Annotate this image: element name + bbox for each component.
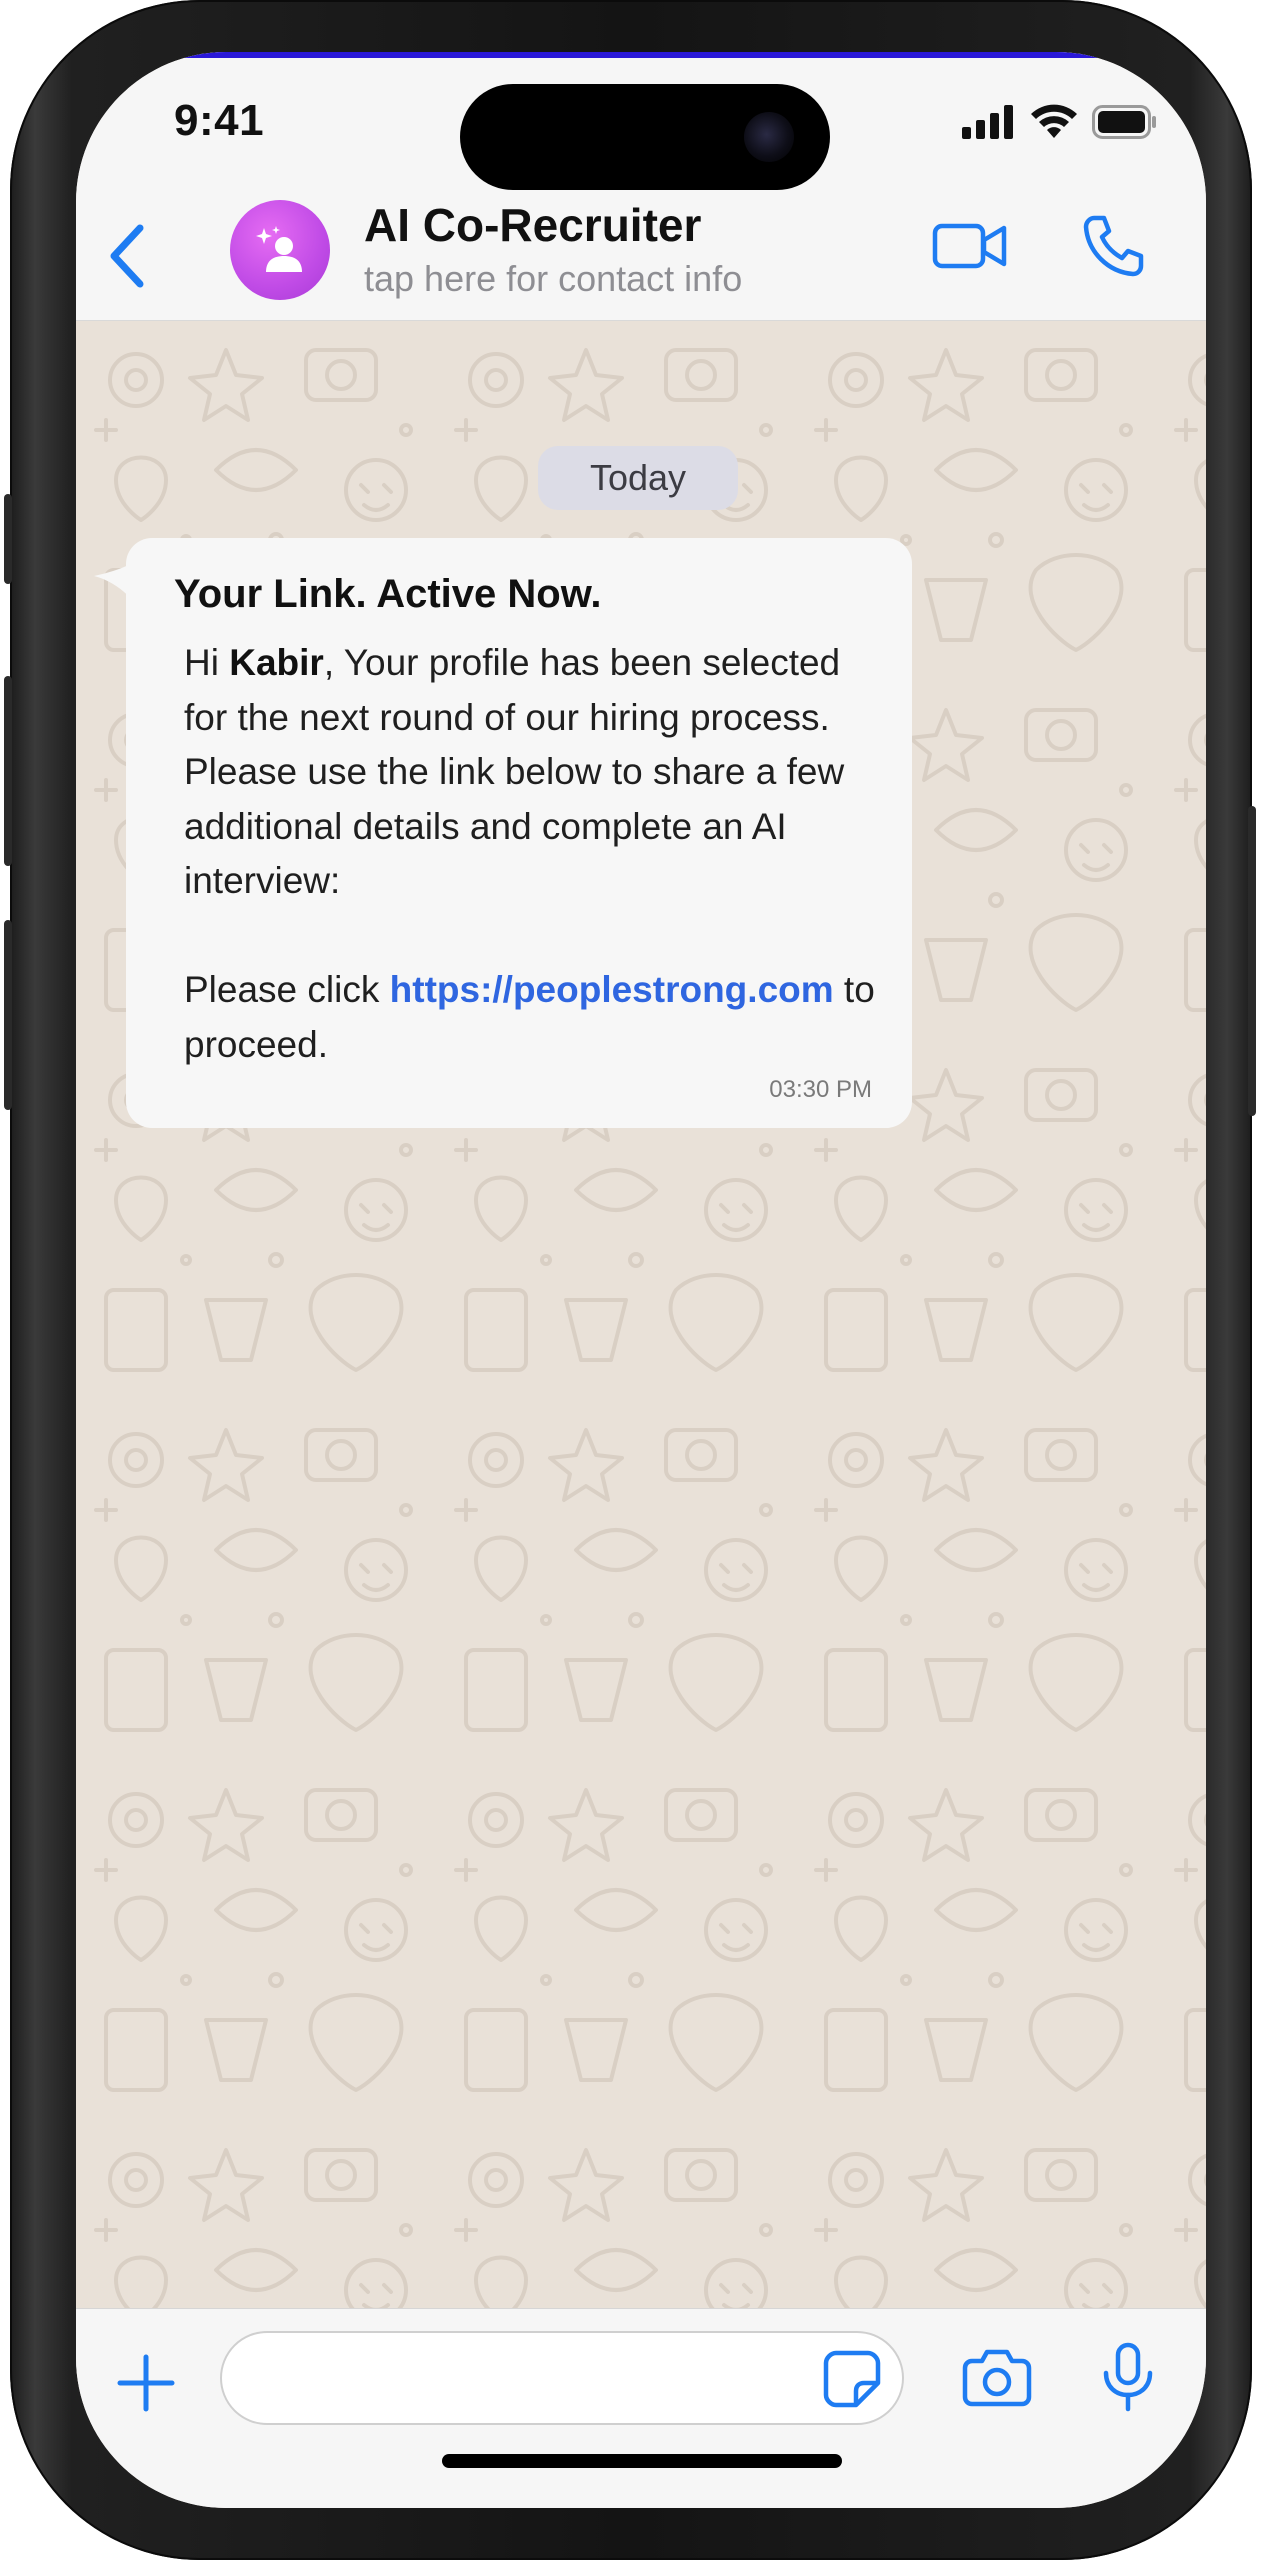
cellular-signal-icon: [962, 105, 1016, 139]
message-input[interactable]: [220, 2331, 904, 2425]
voice-call-icon[interactable]: [1080, 212, 1148, 280]
front-camera: [744, 112, 794, 162]
person-sparkle-icon: [252, 222, 308, 278]
recipient-name: Kabir: [229, 642, 324, 683]
microphone-icon[interactable]: [1100, 2341, 1156, 2413]
contact-name[interactable]: AI Co-Recruiter: [364, 198, 701, 252]
phone-screen: 9:41 AI Co-Recruiter tap here for contac…: [76, 52, 1206, 2508]
wifi-icon: [1030, 104, 1078, 140]
status-icons: [962, 104, 1158, 140]
phone-frame: 9:41 AI Co-Recruiter tap here for contac…: [4, 0, 1256, 2560]
sticker-icon[interactable]: [822, 2349, 882, 2409]
message-body: Hi Kabir, Your profile has been selected…: [184, 636, 884, 1072]
volume-up-button: [4, 676, 12, 866]
volume-down-button: [4, 920, 12, 1110]
back-chevron-icon[interactable]: [98, 220, 158, 292]
chat-area: Today Your Link. Active Now. Hi Kabir, Y…: [76, 320, 1206, 2308]
incoming-message-bubble[interactable]: Your Link. Active Now. Hi Kabir, Your pr…: [126, 538, 912, 1128]
message-timestamp: 03:30 PM: [769, 1076, 872, 1103]
action-button: [4, 494, 12, 584]
screen-top-accent: [76, 52, 1206, 58]
power-button: [1248, 806, 1256, 1116]
date-separator: Today: [538, 446, 738, 510]
message-cta-prefix: Please click: [184, 969, 390, 1010]
chat-header: 9:41 AI Co-Recruiter tap here for contac…: [76, 52, 1206, 321]
status-time: 9:41: [174, 96, 265, 145]
dynamic-island: [460, 84, 830, 190]
video-call-icon[interactable]: [932, 220, 1008, 272]
contact-avatar[interactable]: [230, 200, 330, 300]
contact-info-hint[interactable]: tap here for contact info: [364, 258, 742, 300]
camera-icon[interactable]: [962, 2347, 1032, 2407]
battery-icon: [1092, 105, 1158, 139]
home-indicator[interactable]: [442, 2454, 842, 2468]
message-greeting: Hi: [184, 642, 230, 683]
message-link[interactable]: https://peoplestrong.com: [390, 969, 834, 1010]
composer-bar: [76, 2308, 1206, 2508]
plus-icon[interactable]: [116, 2353, 176, 2413]
message-title: Your Link. Active Now.: [174, 572, 602, 616]
